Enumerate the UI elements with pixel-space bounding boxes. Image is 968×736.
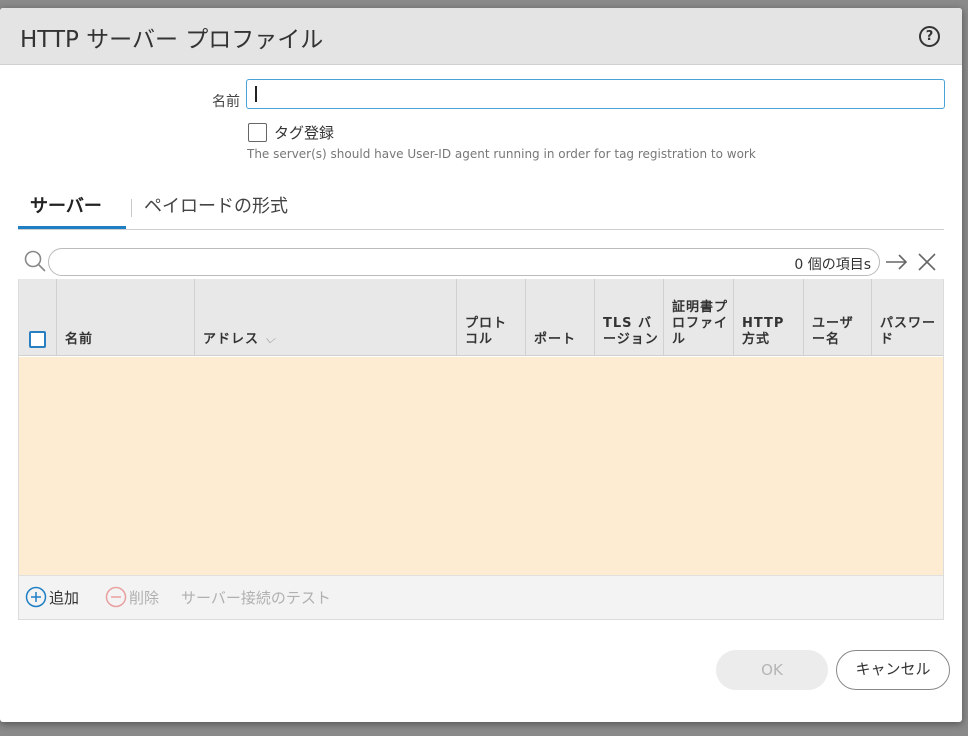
column-header-address[interactable]: アドレス ⌵: [195, 279, 457, 356]
text-caret: [255, 86, 257, 102]
close-icon[interactable]: [917, 252, 937, 272]
search-bar: 0 個の項目s: [18, 244, 944, 280]
tag-registration-note: The server(s) should have User-ID agent …: [247, 147, 756, 161]
column-header-tls-version[interactable]: TLS バージョン: [595, 279, 664, 356]
tab-payload-format[interactable]: ペイロードの形式: [144, 192, 288, 218]
column-header-name[interactable]: 名前: [57, 279, 195, 356]
help-icon[interactable]: ?: [919, 26, 940, 47]
tab-separator: [131, 199, 132, 217]
item-count: 0 個の項目s: [794, 257, 871, 273]
column-header-port[interactable]: ポート: [526, 279, 595, 356]
column-label-cert-profile: 証明書プロファイル: [672, 300, 729, 347]
dialog-title: HTTP サーバー プロファイル: [20, 27, 324, 53]
arrow-right-icon[interactable]: [884, 252, 910, 272]
active-tab-indicator: [18, 226, 126, 229]
column-label-username: ユーザー名: [812, 316, 854, 347]
test-server-connection-button: サーバー接続のテスト: [181, 589, 331, 607]
column-label-password: パスワード: [880, 316, 937, 347]
column-header-protocol[interactable]: プロトコル: [457, 279, 526, 356]
select-all-checkbox[interactable]: [29, 331, 46, 348]
dialog-titlebar: HTTP サーバー プロファイル ?: [0, 8, 962, 65]
column-label-port: ポート: [534, 332, 577, 347]
column-header-http-method[interactable]: HTTP 方式: [734, 279, 804, 356]
select-all-column: [19, 279, 57, 356]
name-input[interactable]: [246, 79, 945, 109]
column-label-name: 名前: [65, 332, 94, 347]
tag-registration-checkbox[interactable]: [248, 123, 267, 142]
tab-bar: サーバー ペイロードの形式: [18, 186, 944, 230]
chevron-down-icon[interactable]: ⌵: [265, 332, 276, 347]
table-toolbar: 追加 削除 サーバー接続のテスト: [19, 575, 943, 619]
add-button[interactable]: 追加: [49, 587, 79, 608]
name-label: 名前: [212, 94, 240, 110]
column-label-protocol: プロトコル: [465, 316, 508, 347]
search-icon[interactable]: [23, 249, 47, 273]
http-server-profile-dialog: HTTP サーバー プロファイル ? 名前 タグ登録 The server(s)…: [0, 8, 962, 722]
minus-circle-icon: [105, 586, 127, 608]
table-body-empty: [19, 357, 943, 575]
delete-button: 削除: [129, 589, 160, 607]
table-header: 名前 アドレス ⌵ プロトコル ポート TLS バージョン 証明書プロファイル H…: [19, 279, 943, 356]
cancel-button[interactable]: キャンセル: [836, 650, 950, 690]
server-table: 名前 アドレス ⌵ プロトコル ポート TLS バージョン 証明書プロファイル H…: [18, 279, 944, 620]
column-header-password[interactable]: パスワード: [872, 279, 943, 356]
tag-registration-label: タグ登録: [274, 124, 335, 142]
column-header-username[interactable]: ユーザー名: [804, 279, 872, 356]
ok-button: OK: [716, 650, 828, 690]
plus-circle-icon[interactable]: [25, 586, 47, 608]
column-label-tls-version: TLS バージョン: [603, 316, 659, 347]
search-input[interactable]: 0 個の項目s: [48, 248, 880, 276]
tab-server[interactable]: サーバー: [30, 192, 102, 218]
column-label-address: アドレス ⌵: [203, 332, 276, 347]
column-header-cert-profile[interactable]: 証明書プロファイル: [664, 279, 734, 356]
column-label-http-method: HTTP 方式: [742, 316, 785, 347]
